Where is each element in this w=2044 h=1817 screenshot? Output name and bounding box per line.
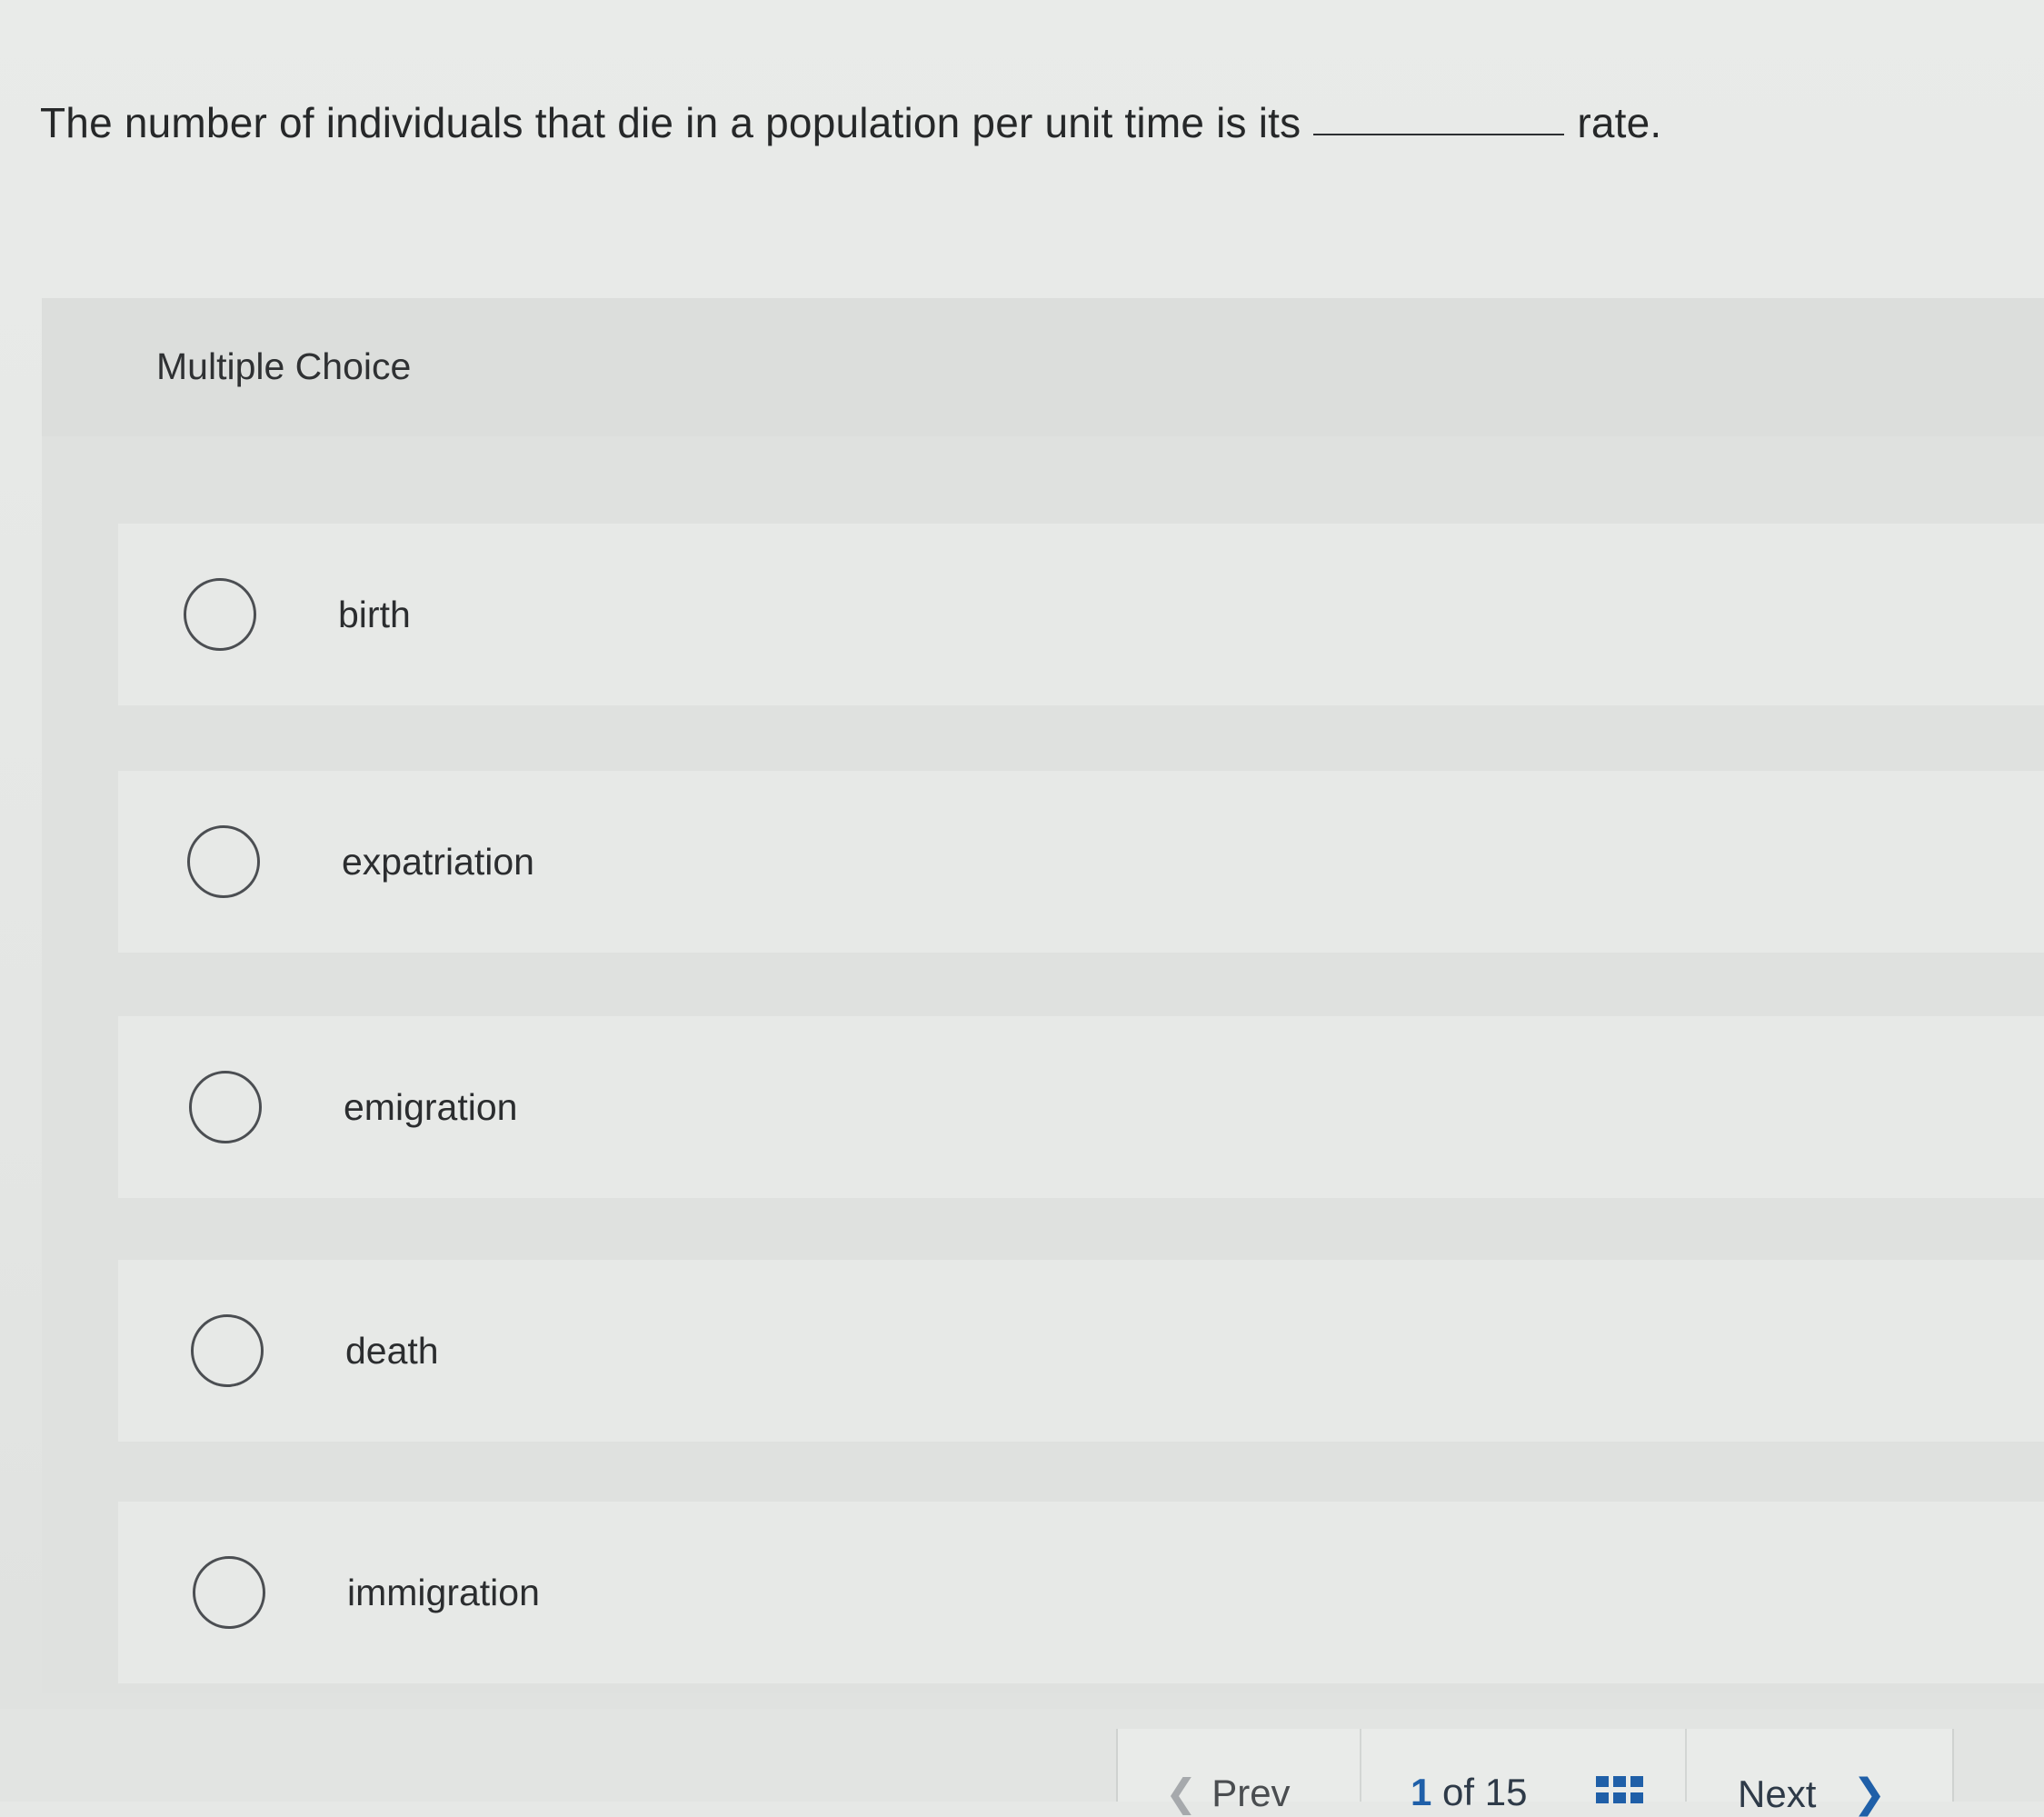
multiple-choice-panel [42, 298, 2044, 1693]
current-page: 1 [1411, 1771, 1432, 1813]
answer-blank [1313, 134, 1565, 135]
question-text-after: rate. [1577, 99, 1662, 146]
pagination-divider [1360, 1729, 1361, 1802]
prev-button[interactable]: ❮ Prev [1165, 1771, 1291, 1815]
multiple-choice-title: Multiple Choice [156, 345, 412, 387]
grid-icon[interactable] [1596, 1776, 1643, 1803]
choice-label: death [345, 1329, 439, 1372]
question-text: The number of individuals that die in a … [40, 98, 1661, 147]
radio-button[interactable] [191, 1314, 264, 1387]
choice-option-expatriation[interactable]: expatriation [118, 771, 2044, 953]
radio-button[interactable] [184, 578, 256, 651]
prev-label: Prev [1211, 1771, 1291, 1814]
chevron-right-icon: ❯ [1852, 1772, 1887, 1816]
radio-button[interactable] [193, 1556, 265, 1629]
choice-option-emigration[interactable]: emigration [118, 1016, 2044, 1198]
radio-button[interactable] [189, 1071, 262, 1143]
page-counter: 1 of 15 [1411, 1771, 1527, 1814]
choice-label: immigration [347, 1571, 540, 1613]
next-button[interactable]: Next ❯ [1738, 1771, 1886, 1817]
choice-option-immigration[interactable]: immigration [118, 1502, 2044, 1683]
choice-label: birth [338, 593, 411, 635]
radio-button[interactable] [187, 825, 260, 898]
pagination-divider [1685, 1729, 1687, 1802]
chevron-left-icon: ❮ [1165, 1772, 1198, 1814]
choice-option-death[interactable]: death [118, 1260, 2044, 1442]
choice-option-birth[interactable]: birth [118, 524, 2044, 705]
choice-label: emigration [344, 1085, 518, 1128]
total-pages: 15 [1484, 1771, 1528, 1813]
next-label: Next [1738, 1772, 1817, 1815]
of-label: of [1442, 1771, 1475, 1813]
question-text-before: The number of individuals that die in a … [40, 99, 1301, 146]
choice-label: expatriation [342, 840, 534, 883]
